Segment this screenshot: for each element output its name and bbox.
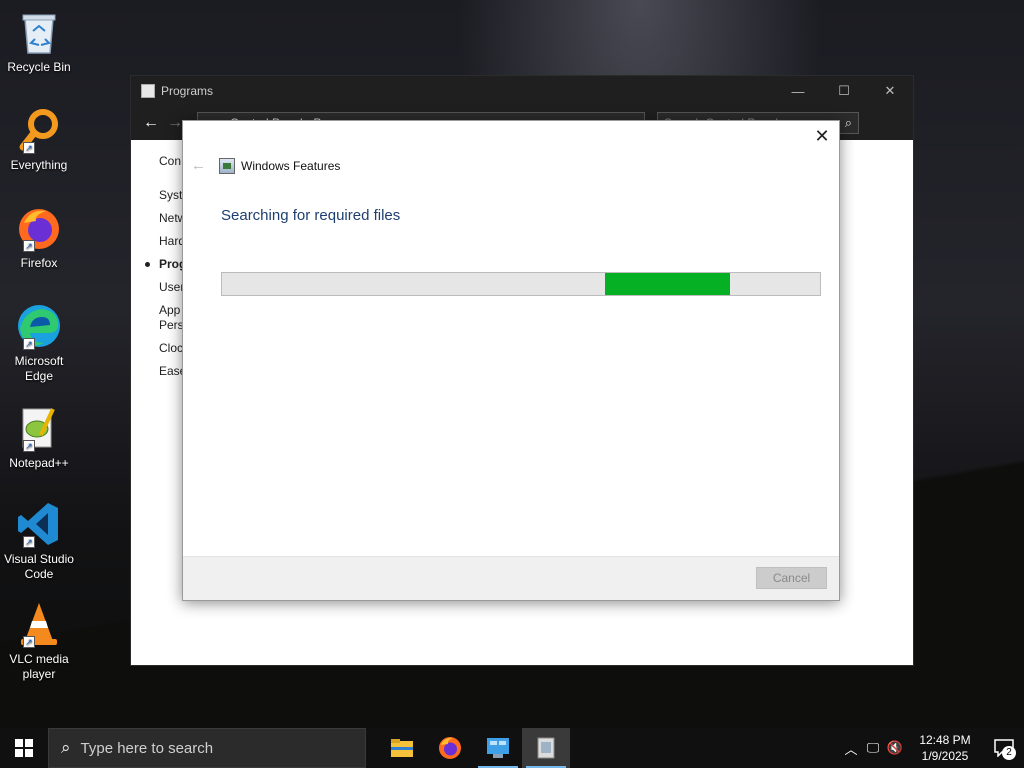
taskbar-file-explorer[interactable] xyxy=(378,728,426,768)
network-icon[interactable]: 🖵 xyxy=(862,740,884,756)
firefox-icon xyxy=(439,737,461,759)
cancel-button[interactable]: Cancel xyxy=(756,567,827,589)
status-text: Searching for required files xyxy=(221,207,401,224)
control-panel-icon xyxy=(487,738,509,758)
desktop-icon-label: VLC media player xyxy=(9,652,69,681)
start-button[interactable] xyxy=(0,728,48,768)
back-arrow-icon: ← xyxy=(191,157,206,174)
windows-logo-icon xyxy=(15,739,33,757)
desktop-icon-edge[interactable]: ↗ Microsoft Edge xyxy=(4,302,74,384)
dialog-footer: Cancel xyxy=(183,556,839,600)
shortcut-arrow-icon: ↗ xyxy=(23,142,35,154)
clock-date: 1/9/2025 xyxy=(921,749,969,763)
maximize-button[interactable]: ☐ xyxy=(821,76,867,106)
control-panel-icon xyxy=(141,84,155,98)
desktop-icon-label: Notepad++ xyxy=(9,456,69,470)
windows-features-dialog[interactable]: ✕ ← Windows Features Searching for requi… xyxy=(182,120,840,601)
shortcut-arrow-icon: ↗ xyxy=(23,440,35,452)
recycle-bin-icon xyxy=(15,8,63,56)
notepadpp-icon: ↗ xyxy=(15,404,63,452)
edge-icon: ↗ xyxy=(15,302,63,350)
search-icon: ⌕ xyxy=(61,738,71,757)
desktop-icon-label: Microsoft Edge xyxy=(14,354,64,383)
vlc-icon: ↗ xyxy=(15,600,63,648)
desktop-icon-vlc[interactable]: ↗ VLC media player xyxy=(4,600,74,682)
close-icon[interactable]: ✕ xyxy=(813,125,831,147)
shortcut-arrow-icon: ↗ xyxy=(23,240,35,252)
shortcut-arrow-icon: ↗ xyxy=(23,536,35,548)
file-explorer-icon xyxy=(391,739,413,757)
volume-muted-icon[interactable]: 🔇 xyxy=(884,740,906,756)
shortcut-arrow-icon: ↗ xyxy=(23,338,35,350)
clock-time: 12:48 PM xyxy=(919,733,971,747)
desktop-icon-vscode[interactable]: ↗ Visual Studio Code xyxy=(4,500,74,582)
back-arrow-icon[interactable]: ← xyxy=(139,114,163,132)
taskbar-windows-features[interactable] xyxy=(522,728,570,768)
minimize-button[interactable]: — xyxy=(775,76,821,106)
firefox-icon: ↗ xyxy=(15,204,63,252)
windows-features-icon xyxy=(537,737,555,759)
close-button[interactable]: ✕ xyxy=(867,76,913,106)
progress-bar xyxy=(221,272,821,296)
search-icon[interactable]: ⌕ xyxy=(845,115,852,131)
desktop-icon-everything[interactable]: ↗ Everything xyxy=(4,106,74,173)
notification-count-badge: 2 xyxy=(1002,746,1016,760)
desktop-icon-notepadpp[interactable]: ↗ Notepad++ xyxy=(4,404,74,471)
desktop-icon-label: Firefox xyxy=(20,256,58,270)
vscode-icon: ↗ xyxy=(15,500,63,548)
progress-bar-fill xyxy=(604,273,731,295)
taskbar-search-box[interactable]: ⌕ Type here to search xyxy=(48,728,366,768)
windows-features-icon xyxy=(219,157,235,174)
action-center-button[interactable]: 2 xyxy=(984,728,1024,768)
window-title: Programs xyxy=(161,84,214,98)
taskbar-control-panel[interactable] xyxy=(474,728,522,768)
desktop-icon-label: Recycle Bin xyxy=(7,60,71,74)
dialog-title: Windows Features xyxy=(241,158,341,173)
desktop-icon-label: Visual Studio Code xyxy=(4,552,74,581)
system-tray: ︿ 🖵 🔇 12:48 PM 1/9/2025 2 xyxy=(840,728,1024,768)
dialog-header: ← Windows Features xyxy=(191,157,340,174)
everything-search-icon: ↗ xyxy=(15,106,63,154)
taskbar: ⌕ Type here to search ︿ 🖵 🔇 12:48 PM 1/9… xyxy=(0,728,1024,768)
desktop-icon-recycle-bin[interactable]: Recycle Bin xyxy=(4,8,74,75)
desktop-icon-label: Everything xyxy=(10,158,68,172)
control-panel-titlebar[interactable]: Programs — ☐ ✕ xyxy=(131,76,913,106)
chevron-up-icon[interactable]: ︿ xyxy=(840,739,862,758)
taskbar-firefox[interactable] xyxy=(426,728,474,768)
desktop-icon-firefox[interactable]: ↗ Firefox xyxy=(4,204,74,271)
search-placeholder: Type here to search xyxy=(80,739,214,757)
taskbar-apps xyxy=(378,728,570,768)
shortcut-arrow-icon: ↗ xyxy=(23,636,35,648)
clock[interactable]: 12:48 PM 1/9/2025 xyxy=(914,732,976,764)
